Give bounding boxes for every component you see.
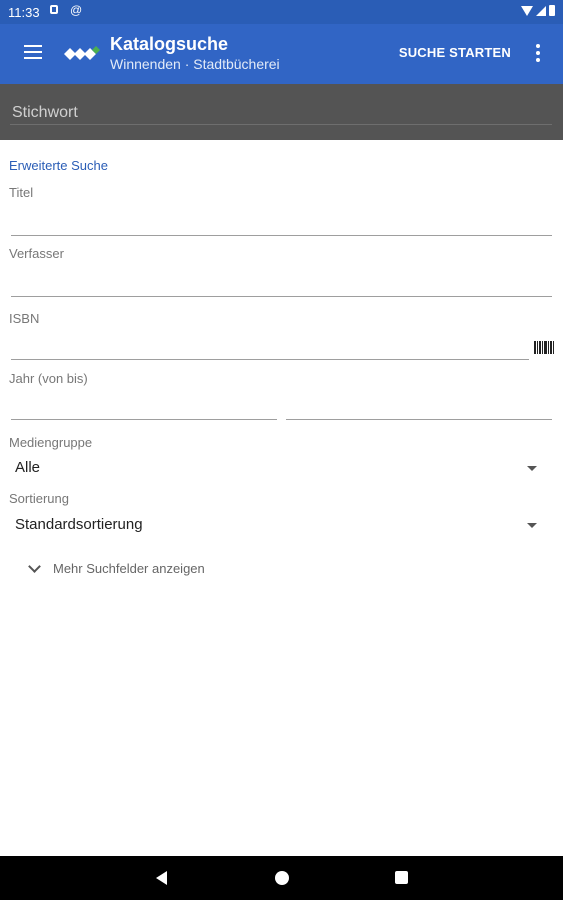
advanced-search-heading: Erweiterte Suche <box>9 158 108 173</box>
signal-icon <box>536 5 546 16</box>
year-label: Jahr (von bis) <box>9 371 88 386</box>
menu-icon[interactable] <box>24 44 44 60</box>
sorting-select[interactable]: Standardsortierung <box>15 514 545 538</box>
at-sign-icon: @ <box>70 3 83 17</box>
more-fields-label: Mehr Suchfelder anzeigen <box>53 561 205 576</box>
author-input[interactable] <box>11 269 551 289</box>
system-nav-bar <box>0 856 563 900</box>
isbn-label: ISBN <box>9 311 40 326</box>
sorting-label: Sortierung <box>9 491 69 506</box>
dropdown-arrow-icon <box>527 523 537 528</box>
more-fields-button[interactable]: Mehr Suchfelder anzeigen <box>26 558 226 580</box>
app-bar: Katalogsuche Winnenden · Stadtbücherei S… <box>0 24 563 84</box>
title-label: Titel <box>9 185 34 200</box>
back-icon[interactable] <box>156 871 167 885</box>
keyword-input[interactable] <box>12 102 552 124</box>
title-underline <box>11 235 552 236</box>
year-to-underline <box>286 419 552 420</box>
isbn-input[interactable] <box>11 332 527 352</box>
page-title: Katalogsuche <box>110 34 229 54</box>
app-bar-titles: Katalogsuche Winnenden · Stadtbücherei <box>110 33 280 73</box>
dropdown-arrow-icon <box>527 466 537 471</box>
status-time: 11:33 <box>8 5 40 20</box>
status-icons <box>521 5 555 16</box>
media-group-select[interactable]: Alle <box>15 457 545 481</box>
library-subtitle: Winnenden · Stadtbücherei <box>110 56 280 72</box>
year-to-input[interactable] <box>286 392 551 412</box>
year-from-input[interactable] <box>11 392 276 412</box>
media-group-label: Mediengruppe <box>9 435 93 450</box>
recents-icon[interactable] <box>395 871 408 884</box>
media-group-value: Alle <box>15 459 41 476</box>
barcode-icon[interactable] <box>534 341 554 354</box>
year-from-underline <box>11 419 277 420</box>
start-search-button[interactable]: SUCHE STARTEN <box>399 45 511 60</box>
sorting-value: Standardsortierung <box>15 516 143 533</box>
keyword-underline <box>10 124 552 125</box>
isbn-underline <box>11 359 529 360</box>
author-label: Verfasser <box>9 246 64 261</box>
app-logo <box>64 46 100 60</box>
chevron-down-icon <box>28 560 41 573</box>
wifi-icon <box>521 5 533 16</box>
keyword-bar <box>0 84 563 140</box>
home-icon[interactable] <box>275 871 289 885</box>
sd-card-icon <box>50 5 58 14</box>
author-underline <box>11 296 552 297</box>
title-input[interactable] <box>11 208 551 228</box>
battery-icon <box>549 5 555 16</box>
status-bar: 11:33 @ <box>0 0 563 24</box>
overflow-menu-icon[interactable] <box>535 44 541 62</box>
